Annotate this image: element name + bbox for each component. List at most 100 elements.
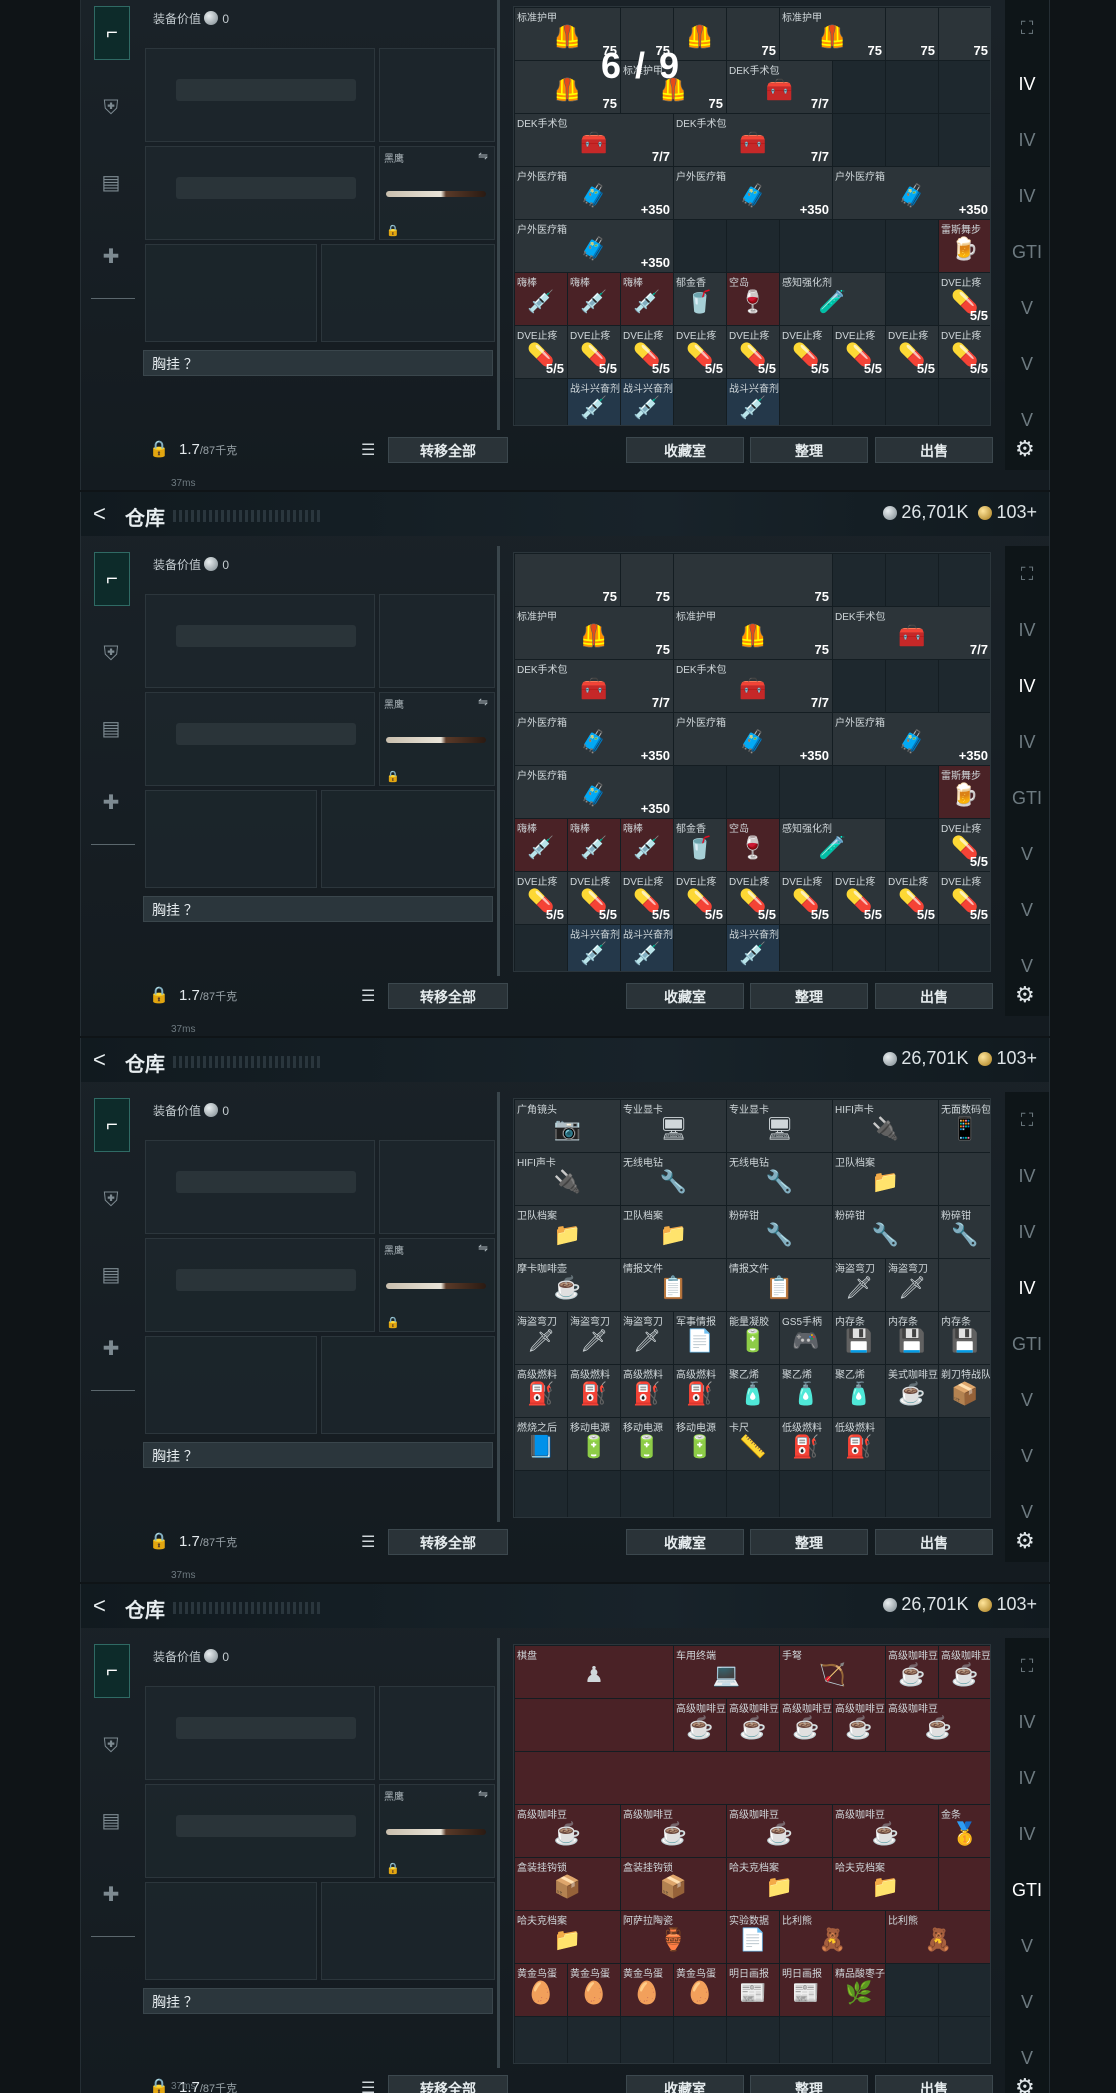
nav-tab-backpack[interactable]: ▤	[94, 1248, 128, 1300]
stash-item[interactable]: 无面数码包 📱	[939, 1100, 990, 1152]
stash-item[interactable]: 盒装挂钩锁 📦	[515, 1858, 620, 1910]
gear-icon[interactable]: ⚙	[1015, 1528, 1035, 1554]
body-armor-slot[interactable]	[321, 790, 495, 888]
empty-cell[interactable]	[833, 61, 885, 113]
silver-balance[interactable]: 26,701K	[883, 502, 968, 523]
empty-cell[interactable]	[674, 220, 726, 272]
list-icon[interactable]: ☰	[361, 986, 375, 1006]
body-armor-slot[interactable]	[321, 244, 495, 342]
stash-item[interactable]: 海盗弯刀 🗡	[568, 1312, 620, 1364]
stash-item[interactable]: DVE止疼 💊 5/5	[833, 326, 885, 378]
stash-item[interactable]: 75	[886, 8, 938, 60]
empty-cell[interactable]	[939, 660, 990, 712]
stash-item[interactable]: 郁金香 🥤	[674, 819, 726, 871]
container-tab[interactable]: V	[1005, 826, 1049, 882]
empty-cell[interactable]	[727, 1471, 779, 1517]
stash-item[interactable]: 高级咖啡豆 ☕	[886, 1646, 938, 1698]
stash-item[interactable]: 海盗弯刀 🗡	[621, 1312, 673, 1364]
stash-item[interactable]: 户外医疗箱 🧳 +350	[833, 167, 990, 219]
empty-cell[interactable]	[886, 2017, 938, 2063]
container-tab[interactable]: V	[1005, 882, 1049, 938]
stash-item[interactable]: DVE止疼 💊 5/5	[515, 326, 567, 378]
empty-cell[interactable]	[939, 2017, 990, 2063]
list-icon[interactable]: ☰	[361, 2078, 375, 2093]
transfer-all-button[interactable]: 转移全部	[388, 437, 508, 463]
stash-item[interactable]: 低级燃料 ⛽	[833, 1418, 885, 1470]
stash-item[interactable]: HIFI声卡 🔌	[833, 1100, 938, 1152]
stash-item[interactable]: 移动电源 🔋	[674, 1418, 726, 1470]
stash-item[interactable]: DVE止疼 💊 5/5	[939, 819, 990, 871]
nav-tab-backpack[interactable]: ▤	[94, 702, 128, 754]
stash-item[interactable]	[939, 1259, 990, 1311]
container-tab[interactable]: IV	[1005, 658, 1049, 714]
stash-item[interactable]: 军事情报 📄	[674, 1312, 726, 1364]
stash-item[interactable]: DVE止疼 💊 5/5	[727, 872, 779, 924]
secondary-weapon-slot[interactable]	[145, 692, 375, 786]
container-tab[interactable]: IV	[1005, 56, 1049, 112]
stash-item[interactable]: DVE止疼 💊 5/5	[939, 273, 990, 325]
nav-tab-backpack[interactable]: ▤	[94, 156, 128, 208]
stash-item[interactable]: 黄金鸟蛋 🥚	[621, 1964, 673, 2016]
stash-item[interactable]: 车用终端 💻	[674, 1646, 779, 1698]
container-tab[interactable]: IV	[1005, 1260, 1049, 1316]
stash-item[interactable]: DEK手术包 🧰 7/7	[515, 114, 673, 166]
gold-balance[interactable]: 103+	[978, 1048, 1037, 1069]
chest-rig-slot[interactable]: 胸挂 ？	[143, 350, 493, 376]
stash-item[interactable]: 比利熊 🧸	[780, 1911, 885, 1963]
empty-cell[interactable]	[886, 660, 938, 712]
stash-item[interactable]: 情报文件 📋	[621, 1259, 726, 1311]
body-armor-slot[interactable]	[321, 1882, 495, 1980]
empty-cell[interactable]	[833, 2017, 885, 2063]
empty-cell[interactable]	[727, 220, 779, 272]
empty-cell[interactable]	[886, 114, 938, 166]
empty-cell[interactable]	[886, 273, 938, 325]
container-tab[interactable]: V	[1005, 1372, 1049, 1428]
transfer-all-button[interactable]: 转移全部	[388, 2075, 508, 2093]
stash-item[interactable]: 实验数据 📄	[727, 1911, 779, 1963]
stash-item[interactable]: DVE止疼 💊 5/5	[780, 326, 832, 378]
stash-item[interactable]: 海盗弯刀 🗡	[515, 1312, 567, 1364]
stash-item[interactable]: DVE止疼 💊 5/5	[674, 872, 726, 924]
stash-item[interactable]: 海盗弯刀 🗡	[833, 1259, 885, 1311]
empty-cell[interactable]	[886, 220, 938, 272]
stash-item[interactable]: 精品酸枣子 🌿	[833, 1964, 885, 2016]
container-tab[interactable]: ⛶	[1005, 0, 1049, 56]
stash-item[interactable]: 燃烧之后 📘	[515, 1418, 567, 1470]
stash-item[interactable]: 战斗兴奋剂 💉	[621, 925, 673, 971]
empty-cell[interactable]	[515, 1471, 567, 1517]
container-tab[interactable]: IV	[1005, 1750, 1049, 1806]
melee-slot[interactable]: 黑鹰 ⇋ 🔒	[379, 1238, 495, 1332]
stash-item[interactable]: 嗨棒 💉	[515, 273, 567, 325]
container-tab[interactable]: V	[1005, 336, 1049, 392]
stash-item[interactable]: 嗨棒 💉	[515, 819, 567, 871]
nav-tab-backpack[interactable]: ▤	[94, 1794, 128, 1846]
gold-balance[interactable]: 103+	[978, 502, 1037, 523]
stash-item[interactable]: DVE止疼 💊 5/5	[886, 872, 938, 924]
stash-item[interactable]: 高级咖啡豆 ☕	[939, 1646, 990, 1698]
stash-item[interactable]: HIFI声卡 🔌	[515, 1153, 620, 1205]
empty-cell[interactable]	[886, 61, 938, 113]
melee-slot[interactable]: 黑鹰 ⇋ 🔒	[379, 146, 495, 240]
stash-item[interactable]: 黄金鸟蛋 🥚	[674, 1964, 726, 2016]
stash-item[interactable]: 卫队档案 📁	[621, 1206, 726, 1258]
empty-cell[interactable]	[886, 1471, 938, 1517]
empty-cell[interactable]	[780, 2017, 832, 2063]
empty-cell[interactable]	[515, 2017, 567, 2063]
stash-item[interactable]: 高级咖啡豆 ☕	[886, 1699, 990, 1751]
chest-rig-slot[interactable]: 胸挂 ？	[143, 1442, 493, 1468]
equipment-scrollbar[interactable]	[497, 1638, 500, 2068]
empty-cell[interactable]	[621, 2017, 673, 2063]
empty-cell[interactable]	[674, 1471, 726, 1517]
pistol-slot[interactable]	[379, 1140, 495, 1234]
chest-rig-slot[interactable]: 胸挂 ？	[143, 896, 493, 922]
helmet-slot[interactable]	[145, 1336, 317, 1434]
stash-item[interactable]	[515, 1699, 673, 1751]
stash-item[interactable]: DVE止疼 💊 5/5	[886, 326, 938, 378]
empty-cell[interactable]	[886, 1964, 938, 2016]
nav-tab-gun[interactable]: ⌐	[94, 552, 130, 606]
stash-item[interactable]: 情报文件 📋	[727, 1259, 832, 1311]
stash-item[interactable]: 手弩 🏹	[780, 1646, 885, 1698]
stash-item[interactable]: 感知强化剂 🧪	[780, 819, 885, 871]
stash-item[interactable]: 户外医疗箱 🧳 +350	[515, 766, 673, 818]
chest-rig-slot[interactable]: 胸挂 ？	[143, 1988, 493, 2014]
